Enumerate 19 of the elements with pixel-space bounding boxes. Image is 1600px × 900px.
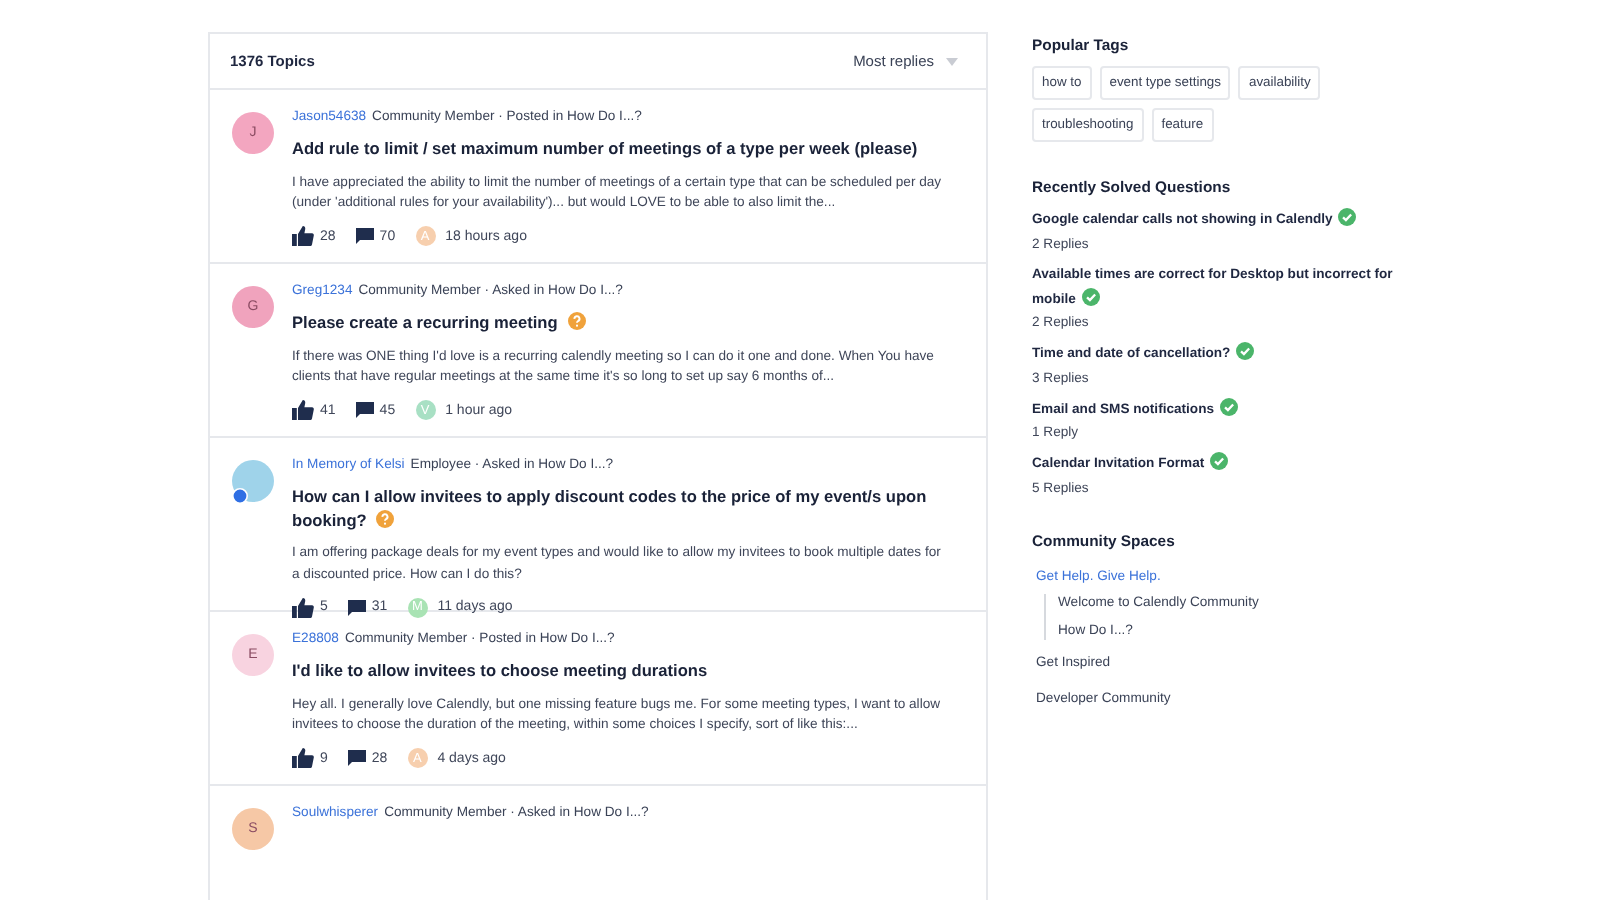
comment-icon xyxy=(347,599,366,616)
check-icon xyxy=(1236,342,1255,360)
topic-title[interactable]: How can I allow invitees to apply discount codes to the price of my event/s upon booking? xyxy=(292,486,950,532)
badge-icon xyxy=(232,488,248,504)
check-icon xyxy=(1081,287,1100,305)
check-icon xyxy=(1220,397,1239,415)
thumbs-up-icon xyxy=(292,226,314,247)
thumbs-up-icon xyxy=(292,597,314,618)
topic-title[interactable]: Add rule to limit / set maximum number of meetings of a type per week (please) xyxy=(292,138,950,161)
check-icon xyxy=(1210,452,1229,470)
comment-icon xyxy=(355,228,374,245)
comment-icon xyxy=(347,750,366,767)
topic-title[interactable]: Please create a recurring meeting xyxy=(292,312,950,335)
check-icon xyxy=(1338,208,1357,226)
topic-title[interactable]: I'd like to allow invitees to choose meeting durations xyxy=(292,660,950,683)
caret-icon xyxy=(946,57,958,65)
thumbs-up-icon xyxy=(292,748,314,769)
comment-icon xyxy=(355,402,374,419)
thumbs-up-icon xyxy=(292,400,314,421)
